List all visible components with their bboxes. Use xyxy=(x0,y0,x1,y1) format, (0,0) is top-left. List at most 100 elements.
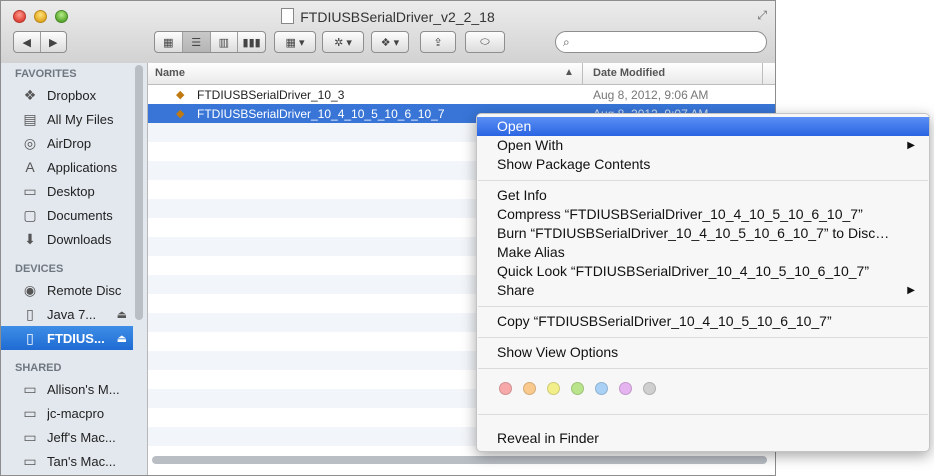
file-date: Aug 8, 2012, 9:06 AM xyxy=(593,88,709,102)
menu-item-copy[interactable]: Copy “FTDIUSBSerialDriver_10_4_10_5_10_6… xyxy=(477,312,929,331)
column-header-date-modified[interactable]: Date Modified xyxy=(593,67,665,79)
devices-header: DEVICES xyxy=(15,263,64,275)
menu-item-show-package-contents[interactable]: Show Package Contents xyxy=(477,155,929,174)
folder-proxy-icon[interactable] xyxy=(281,8,295,24)
menu-item-reveal-in-finder[interactable]: Reveal in Finder xyxy=(477,429,929,448)
applications-icon: A xyxy=(25,159,35,175)
sidebar-item-desktop[interactable]: ▭ Desktop xyxy=(1,179,133,203)
dropbox-menu-button[interactable]: ❖ ▾ xyxy=(371,31,409,53)
menu-item-get-info[interactable]: Get Info xyxy=(477,186,929,205)
package-icon: ◆ xyxy=(176,89,185,101)
tag-blue-swatch[interactable] xyxy=(595,382,608,395)
tag-yellow-swatch[interactable] xyxy=(547,382,560,395)
tag-orange-swatch[interactable] xyxy=(523,382,536,395)
file-name: FTDIUSBSerialDriver_10_3 xyxy=(197,88,345,102)
column-header-name[interactable]: Name xyxy=(155,67,185,79)
search-field[interactable]: ⌕ xyxy=(555,31,767,53)
menu-item-burn[interactable]: Burn “FTDIUSBSerialDriver_10_4_10_5_10_6… xyxy=(477,224,929,243)
sidebar-item-all-my-files[interactable]: ▤ All My Files xyxy=(1,107,133,131)
sidebar-item-label: Tan's Mac... xyxy=(47,453,116,469)
sidebar-item-label: FTDIUS... xyxy=(47,330,105,346)
tag-color-row xyxy=(499,382,667,396)
sidebar-scrollbar[interactable] xyxy=(135,65,143,320)
list-view-button[interactable]: ☰ xyxy=(182,32,211,52)
downloads-icon: ⬇ xyxy=(24,230,36,247)
sidebar-item-jeffs-mac[interactable]: ▭ Jeff's Mac... xyxy=(1,425,133,449)
sidebar: FAVORITES ❖ Dropbox ▤ All My Files ◎ AirDro… xyxy=(1,63,148,475)
sort-ascending-icon: ▲ xyxy=(564,67,574,78)
sidebar-item-label: Desktop xyxy=(47,183,95,199)
sidebar-item-airdrop[interactable]: ◎ AirDrop xyxy=(1,131,133,155)
package-icon: ◆ xyxy=(176,108,185,120)
sidebar-item-documents[interactable]: ▢ Documents xyxy=(1,203,133,227)
table-row[interactable]: ◆ FTDIUSBSerialDriver_10_3 Aug 8, 2012, … xyxy=(148,85,775,104)
sidebar-item-tans-mac[interactable]: ▭ Tan's Mac... xyxy=(1,449,133,473)
menu-item-show-view-options[interactable]: Show View Options xyxy=(477,343,929,362)
sidebar-item-label: All My Files xyxy=(47,111,114,127)
menu-item-label: Open With xyxy=(497,137,564,153)
menu-item-open[interactable]: Open xyxy=(477,117,929,136)
back-button[interactable]: ◀ xyxy=(14,32,41,52)
sidebar-item-label: Remote Disc xyxy=(47,282,122,298)
sidebar-item-label: Jeff's Mac... xyxy=(47,429,116,445)
menu-separator xyxy=(478,180,928,181)
desktop-icon: ▭ xyxy=(23,182,37,199)
tag-green-swatch[interactable] xyxy=(571,382,584,395)
search-input[interactable] xyxy=(580,34,764,52)
sidebar-item-jc-macpro[interactable]: ▭ jc-macpro xyxy=(1,401,133,425)
menu-separator xyxy=(478,306,928,307)
shared-header: SHARED xyxy=(15,362,62,374)
context-menu: Open Open With ▶ Show Package Contents Ge… xyxy=(476,113,930,452)
coverflow-view-button[interactable]: ▮▮▮ xyxy=(238,32,265,52)
eject-icon[interactable]: ⏏ xyxy=(117,332,127,345)
action-gear-button[interactable]: ✲ ▾ xyxy=(322,31,364,53)
search-icon: ⌕ xyxy=(563,35,570,49)
column-view-button[interactable]: ▥ xyxy=(211,32,239,52)
favorites-header: FAVORITES xyxy=(15,68,77,80)
view-mode-group: ▦ ☰ ▥ ▮▮▮ xyxy=(154,31,266,53)
submenu-arrow-icon: ▶ xyxy=(907,285,915,296)
menu-separator xyxy=(478,337,928,338)
fullscreen-icon[interactable]: ⤢ xyxy=(757,8,767,23)
sidebar-item-remote-disc[interactable]: ◉ Remote Disc xyxy=(1,278,133,302)
menu-item-open-with[interactable]: Open With ▶ xyxy=(477,136,929,155)
sidebar-item-label: Dropbox xyxy=(47,87,97,103)
sidebar-item-label: Java 7... xyxy=(47,306,97,322)
sidebar-item-java7[interactable]: ▯ Java 7... ⏏ xyxy=(1,302,133,326)
tags-button[interactable]: ⬭ xyxy=(465,31,505,53)
eject-icon[interactable]: ⏏ xyxy=(117,308,127,321)
computer-icon: ▭ xyxy=(23,404,37,421)
column-divider[interactable] xyxy=(762,63,763,85)
sidebar-item-dropbox[interactable]: ❖ Dropbox xyxy=(1,83,133,107)
sidebar-item-label: jc-macpro xyxy=(47,405,105,421)
tag-red-swatch[interactable] xyxy=(499,382,512,395)
dropbox-icon: ❖ xyxy=(23,86,37,103)
tag-gray-swatch[interactable] xyxy=(643,382,656,395)
title-bar: FTDIUSBSerialDriver_v2_2_18 ⤢ ◀ ▶ ▦ ☰ ▥ … xyxy=(1,1,775,64)
computer-icon: ▭ xyxy=(23,380,37,397)
drive-icon: ▯ xyxy=(26,305,34,322)
menu-item-quick-look[interactable]: Quick Look “FTDIUSBSerialDriver_10_4_10_… xyxy=(477,262,929,281)
share-button[interactable]: ⇪ xyxy=(420,31,456,53)
forward-button[interactable]: ▶ xyxy=(41,32,67,52)
column-divider[interactable] xyxy=(582,63,583,85)
sidebar-item-downloads[interactable]: ⬇ Downloads xyxy=(1,227,133,251)
menu-separator xyxy=(478,368,928,369)
tag-purple-swatch[interactable] xyxy=(619,382,632,395)
sidebar-item-ftdius[interactable]: ▯ FTDIUS... ⏏ xyxy=(1,326,133,350)
sidebar-item-label: Allison's M... xyxy=(47,381,120,397)
menu-item-label: Share xyxy=(497,282,535,298)
window-title: FTDIUSBSerialDriver_v2_2_18 xyxy=(300,9,495,25)
sidebar-item-applications[interactable]: A Applications xyxy=(1,155,133,179)
menu-item-compress[interactable]: Compress “FTDIUSBSerialDriver_10_4_10_5_… xyxy=(477,205,929,224)
arrange-button[interactable]: ▦ ▾ xyxy=(274,31,316,53)
menu-item-make-alias[interactable]: Make Alias xyxy=(477,243,929,262)
icon-view-button[interactable]: ▦ xyxy=(155,32,183,52)
drive-icon: ▯ xyxy=(26,329,34,346)
all-files-icon: ▤ xyxy=(23,110,37,127)
column-header-bar: Name ▲ Date Modified xyxy=(148,63,775,85)
horizontal-scrollbar[interactable] xyxy=(152,456,767,464)
menu-separator xyxy=(478,414,928,415)
menu-item-share[interactable]: Share ▶ xyxy=(477,281,929,300)
sidebar-item-allisons-mac[interactable]: ▭ Allison's M... xyxy=(1,377,133,401)
